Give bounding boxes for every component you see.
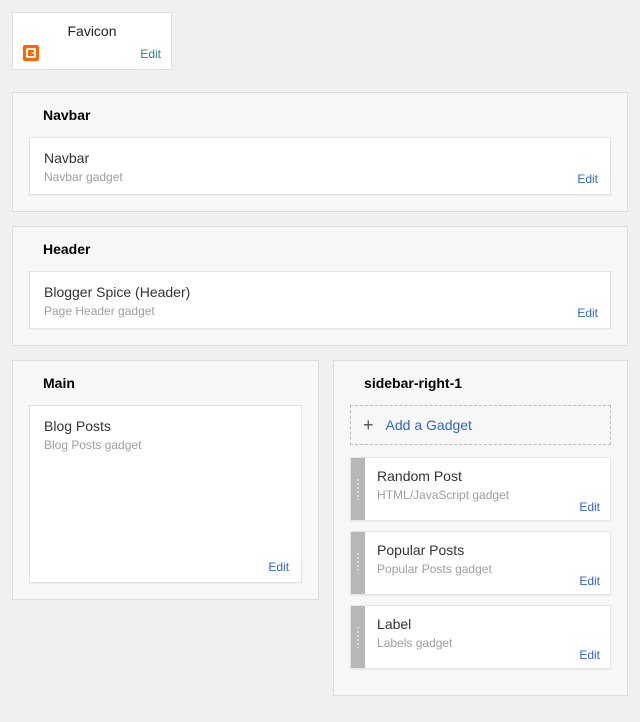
main-section-title: Main — [43, 375, 302, 391]
popular-posts-edit-link[interactable]: Edit — [579, 574, 600, 588]
header-edit-link[interactable]: Edit — [577, 306, 598, 320]
sidebar-gadget-random-post: Random Post HTML/JavaScript gadget Edit — [350, 457, 611, 521]
sidebar-section: sidebar-right-1 + Add a Gadget Random Po… — [333, 360, 628, 696]
label-gadget-sub: Labels gadget — [377, 636, 598, 650]
navbar-gadget-title: Navbar — [44, 150, 596, 166]
drag-handle-icon[interactable] — [351, 606, 365, 668]
navbar-gadget: Navbar Navbar gadget Edit — [29, 137, 611, 195]
favicon-section: Favicon Edit — [12, 12, 172, 70]
header-gadget-title: Blogger Spice (Header) — [44, 284, 596, 300]
header-gadget: Blogger Spice (Header) Page Header gadge… — [29, 271, 611, 329]
plus-icon: + — [363, 416, 374, 434]
label-gadget-title: Label — [377, 616, 598, 632]
navbar-section: Navbar Navbar Navbar gadget Edit — [12, 92, 628, 212]
blogger-icon — [23, 45, 39, 61]
header-gadget-sub: Page Header gadget — [44, 304, 596, 318]
popular-posts-sub: Popular Posts gadget — [377, 562, 598, 576]
sidebar-gadget-popular-posts: Popular Posts Popular Posts gadget Edit — [350, 531, 611, 595]
navbar-gadget-sub: Navbar gadget — [44, 170, 596, 184]
favicon-title: Favicon — [23, 23, 161, 39]
label-edit-link[interactable]: Edit — [579, 648, 600, 662]
favicon-edit-link[interactable]: Edit — [140, 47, 161, 61]
drag-handle-icon[interactable] — [351, 532, 365, 594]
blog-posts-sub: Blog Posts gadget — [44, 438, 287, 452]
drag-handle-icon[interactable] — [351, 458, 365, 520]
navbar-section-title: Navbar — [43, 107, 611, 123]
header-section: Header Blogger Spice (Header) Page Heade… — [12, 226, 628, 346]
sidebar-section-title: sidebar-right-1 — [364, 375, 611, 391]
random-post-title: Random Post — [377, 468, 598, 484]
navbar-edit-link[interactable]: Edit — [577, 172, 598, 186]
header-section-title: Header — [43, 241, 611, 257]
add-gadget-label: Add a Gadget — [386, 417, 472, 433]
popular-posts-title: Popular Posts — [377, 542, 598, 558]
random-post-edit-link[interactable]: Edit — [579, 500, 600, 514]
blog-posts-gadget: Blog Posts Blog Posts gadget Edit — [29, 405, 302, 583]
random-post-sub: HTML/JavaScript gadget — [377, 488, 598, 502]
sidebar-gadget-label: Label Labels gadget Edit — [350, 605, 611, 669]
add-gadget-button[interactable]: + Add a Gadget — [350, 405, 611, 445]
blog-posts-title: Blog Posts — [44, 418, 287, 434]
blog-posts-edit-link[interactable]: Edit — [268, 560, 289, 574]
main-section: Main Blog Posts Blog Posts gadget Edit — [12, 360, 319, 600]
